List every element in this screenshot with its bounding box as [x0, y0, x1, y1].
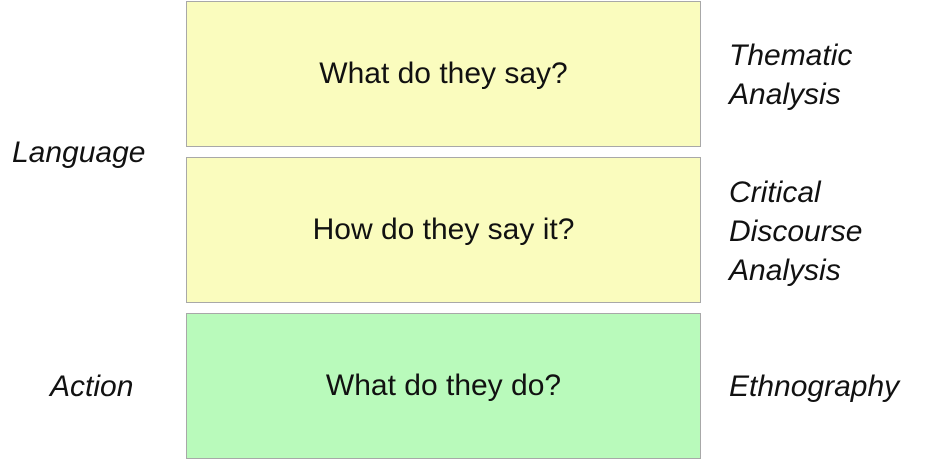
question-text: How do they say it?: [312, 213, 575, 246]
category-label-language: Language: [12, 136, 146, 169]
question-text: What do they do?: [325, 369, 562, 402]
method-label-ethnography: Ethnography: [729, 370, 900, 403]
method-label-critical-discourse-analysis: Critical Discourse Analysis: [729, 176, 863, 287]
method-label-thematic-analysis: Thematic Analysis: [729, 39, 853, 111]
category-label-action: Action: [50, 370, 134, 403]
question-box-how: How do they say it?: [186, 157, 701, 303]
question-box-say: What do they say?: [186, 1, 701, 147]
question-box-do: What do they do?: [186, 313, 701, 459]
question-text: What do they say?: [319, 57, 568, 90]
